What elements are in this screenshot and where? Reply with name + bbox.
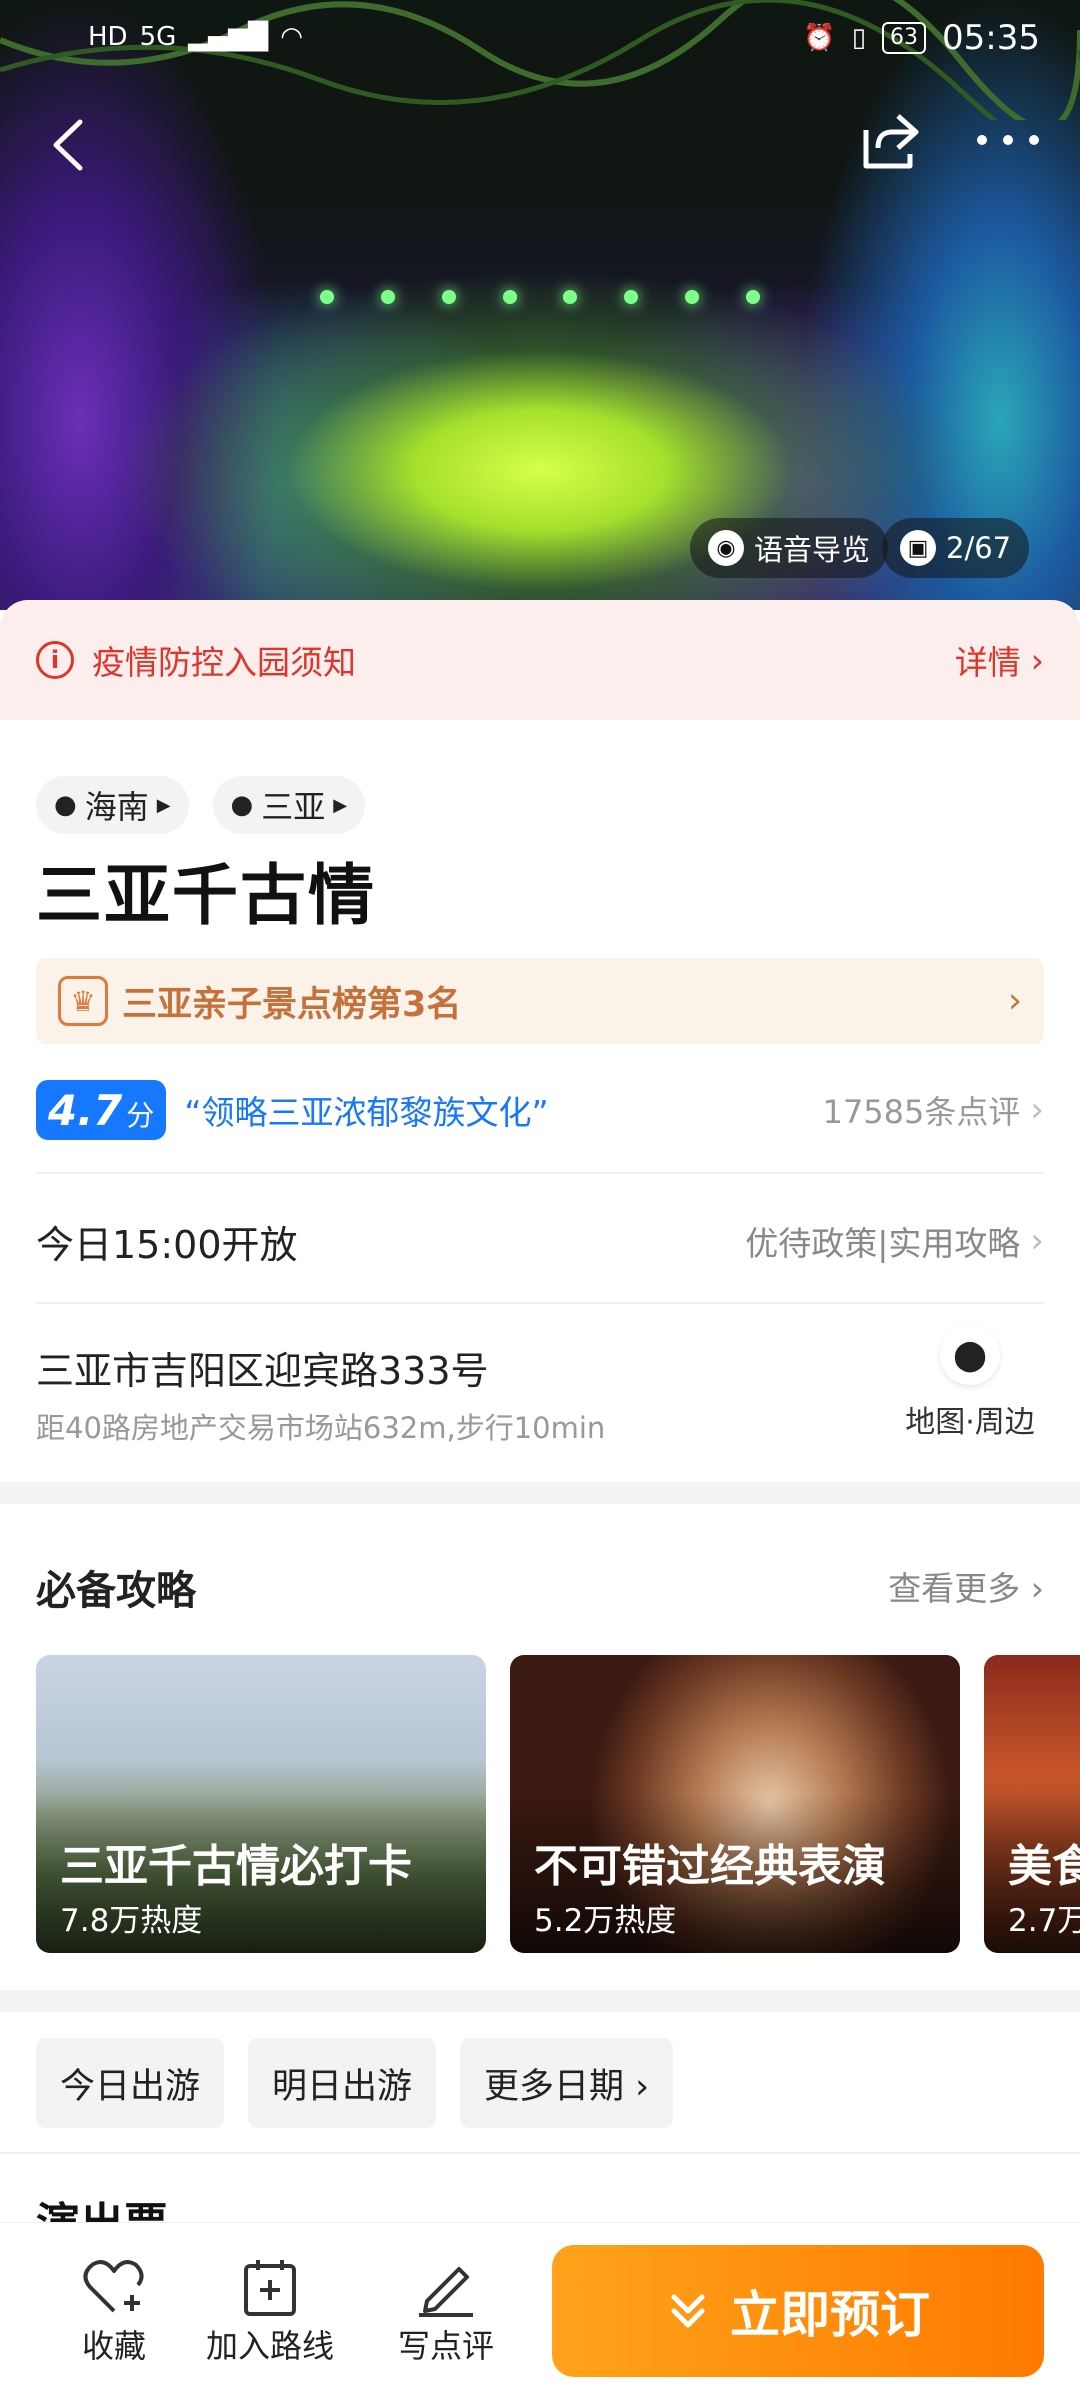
policy-link[interactable]: 优待政策|实用攻略 bbox=[745, 1217, 1020, 1265]
clock: 05:35 bbox=[942, 18, 1040, 58]
breadcrumb-label: 海南 bbox=[84, 788, 149, 826]
breadcrumb-label: 三亚 bbox=[261, 788, 326, 826]
guide-card-title: 三亚千古情必打卡 bbox=[60, 1841, 412, 1892]
guide-card-title: 美食 bbox=[1008, 1841, 1080, 1892]
guide-card[interactable]: 三亚千古情必打卡 7.8万热度 bbox=[36, 1655, 486, 1953]
chevron-right-icon: › bbox=[1008, 981, 1022, 1021]
breadcrumb-province[interactable]: ● 海南 ▶ bbox=[36, 776, 189, 834]
ranking-text: 三亚亲子景点榜第3名 bbox=[122, 984, 462, 1025]
guide-cards: 三亚千古情必打卡 7.8万热度 不可错过经典表演 5.2万热度 美食 2.7万热… bbox=[36, 1655, 1080, 1955]
share-icon bbox=[863, 114, 919, 169]
info-icon: i bbox=[36, 641, 74, 679]
section-separator bbox=[0, 1990, 1080, 2012]
status-bar: HD 5G ▂▄▆█ ◠ ⏰ ▯ 63 05:35 bbox=[0, 0, 1080, 80]
battery-icon: 63 bbox=[882, 22, 927, 54]
audio-guide-label: 语音导览 bbox=[754, 533, 871, 567]
more-button[interactable] bbox=[972, 120, 1044, 160]
5g-icon: 5G bbox=[139, 22, 177, 52]
review-count[interactable]: 17585条点评 bbox=[823, 1087, 1021, 1133]
pencil-icon bbox=[419, 2267, 473, 2317]
notice-detail-label: 详情 bbox=[954, 643, 1021, 682]
date-tabs: 今日出游 明日出游 更多日期 › bbox=[36, 2038, 674, 2128]
stage-lights bbox=[320, 290, 760, 320]
bottom-action-bar: 收藏 加入路线 写点评 立即预订 bbox=[0, 2222, 1080, 2400]
chevron-right-icon: › bbox=[1030, 1221, 1044, 1261]
distance-info: 距40路房地产交易市场站632m,步行10min bbox=[36, 1411, 606, 1445]
hd-icon: HD bbox=[88, 22, 128, 52]
triangle-right-icon: ▶ bbox=[156, 794, 171, 816]
guide-card[interactable]: 不可错过经典表演 5.2万热度 bbox=[510, 1655, 960, 1953]
chevron-right-icon: › bbox=[1030, 640, 1044, 680]
chevron-right-icon: › bbox=[1030, 1569, 1044, 1608]
guide-card-heat: 2.7万热度 bbox=[1008, 1903, 1080, 1939]
double-chevron-down-icon bbox=[671, 2294, 705, 2328]
triangle-right-icon: ▶ bbox=[333, 794, 348, 816]
opening-hours: 今日15:00开放 bbox=[36, 1222, 298, 1267]
divider bbox=[36, 1302, 1044, 1304]
vibrate-icon: ▯ bbox=[851, 23, 867, 53]
breadcrumb-city[interactable]: ● 三亚 ▶ bbox=[212, 776, 366, 834]
map-pin-icon: ⬤ bbox=[940, 1325, 1000, 1385]
guide-card-heat: 7.8万热度 bbox=[60, 1903, 203, 1939]
audio-guide-button[interactable]: ◉ 语音导览 bbox=[690, 518, 889, 578]
map-nearby-button[interactable]: ⬤ 地图·周边 bbox=[880, 1325, 1060, 1455]
guide-card-heat: 5.2万热度 bbox=[534, 1903, 677, 1939]
address-line[interactable]: 三亚市吉阳区迎宾路333号 bbox=[36, 1340, 489, 1395]
heart-plus-icon bbox=[83, 2260, 144, 2313]
location-pin-icon: ● bbox=[54, 790, 77, 820]
location-pin-icon: ● bbox=[230, 790, 254, 820]
alarm-icon: ⏰ bbox=[803, 23, 836, 53]
page-title: 三亚千古情 bbox=[36, 857, 376, 934]
epidemic-notice-banner[interactable]: i 疫情防控入园须知 详情 › bbox=[0, 600, 1080, 720]
ranking-banner[interactable]: ♛ 三亚亲子景点榜第3名 › bbox=[36, 958, 1044, 1044]
signal-icon: ▂▄▆█ bbox=[188, 22, 269, 52]
tab-tomorrow[interactable]: 明日出游 bbox=[248, 2038, 437, 2128]
section-separator bbox=[0, 1482, 1080, 1504]
chevron-left-icon bbox=[53, 119, 83, 171]
wifi-icon: ◠ bbox=[280, 22, 303, 52]
divider bbox=[0, 2152, 1080, 2154]
score-value: 4.7 bbox=[48, 1086, 123, 1135]
rating-row[interactable]: 4.7 分 “领略三亚浓郁黎族文化” 17585条点评 › bbox=[36, 1080, 1044, 1140]
breadcrumb: ● 海南 ▶ ● 三亚 ▶ bbox=[36, 776, 366, 834]
hours-row[interactable]: 今日15:00开放 优待政策|实用攻略 › bbox=[36, 1206, 1044, 1276]
see-more-label: 查看更多 bbox=[888, 1569, 1021, 1608]
see-more-link[interactable]: 查看更多 › bbox=[888, 1562, 1044, 1610]
divider bbox=[36, 1172, 1044, 1174]
tab-today[interactable]: 今日出游 bbox=[36, 2038, 225, 2128]
favorite-label: 收藏 bbox=[81, 2327, 146, 2365]
more-dots-icon bbox=[977, 135, 1039, 145]
map-label: 地图·周边 bbox=[905, 1405, 1035, 1440]
photo-counter: 2/67 bbox=[946, 531, 1012, 565]
photo-counter-button[interactable]: ▣ 2/67 bbox=[882, 518, 1030, 578]
share-button[interactable] bbox=[858, 108, 922, 172]
guide-card-title: 不可错过经典表演 bbox=[534, 1841, 886, 1892]
review-quote: “领略三亚浓郁黎族文化” bbox=[184, 1093, 549, 1132]
add-route-button[interactable]: 加入路线 bbox=[200, 2253, 340, 2367]
chevron-right-icon: › bbox=[1030, 1090, 1044, 1130]
calendar-plus-icon bbox=[244, 2260, 296, 2316]
write-review-button[interactable]: 写点评 bbox=[386, 2253, 506, 2367]
guides-section-title: 必备攻略 bbox=[36, 1568, 196, 1614]
score-unit: 分 bbox=[126, 1099, 155, 1132]
notice-text: 疫情防控入园须知 bbox=[92, 643, 356, 682]
camera-icon: ▣ bbox=[900, 530, 936, 566]
audio-icon: ◉ bbox=[708, 530, 744, 566]
tab-more-dates[interactable]: 更多日期 › bbox=[460, 2038, 674, 2128]
guide-card[interactable]: 美食 2.7万热度 bbox=[984, 1655, 1080, 1953]
back-button[interactable] bbox=[44, 110, 94, 180]
ranking-badge-icon: ♛ bbox=[58, 976, 108, 1026]
show-tickets-title: 演出票 bbox=[36, 2188, 168, 2222]
add-route-label: 加入路线 bbox=[205, 2327, 334, 2365]
score-badge: 4.7 分 bbox=[36, 1080, 167, 1140]
hero-image[interactable]: HD 5G ▂▄▆█ ◠ ⏰ ▯ 63 05:35 ◉ 语音导览 ▣ 2/67 bbox=[0, 0, 1080, 610]
write-review-label: 写点评 bbox=[397, 2327, 494, 2365]
notice-detail-link[interactable]: 详情 › bbox=[955, 636, 1044, 684]
book-now-label: 立即预订 bbox=[730, 2286, 930, 2344]
book-now-button[interactable]: 立即预订 bbox=[552, 2245, 1044, 2377]
favorite-button[interactable]: 收藏 bbox=[54, 2253, 174, 2367]
